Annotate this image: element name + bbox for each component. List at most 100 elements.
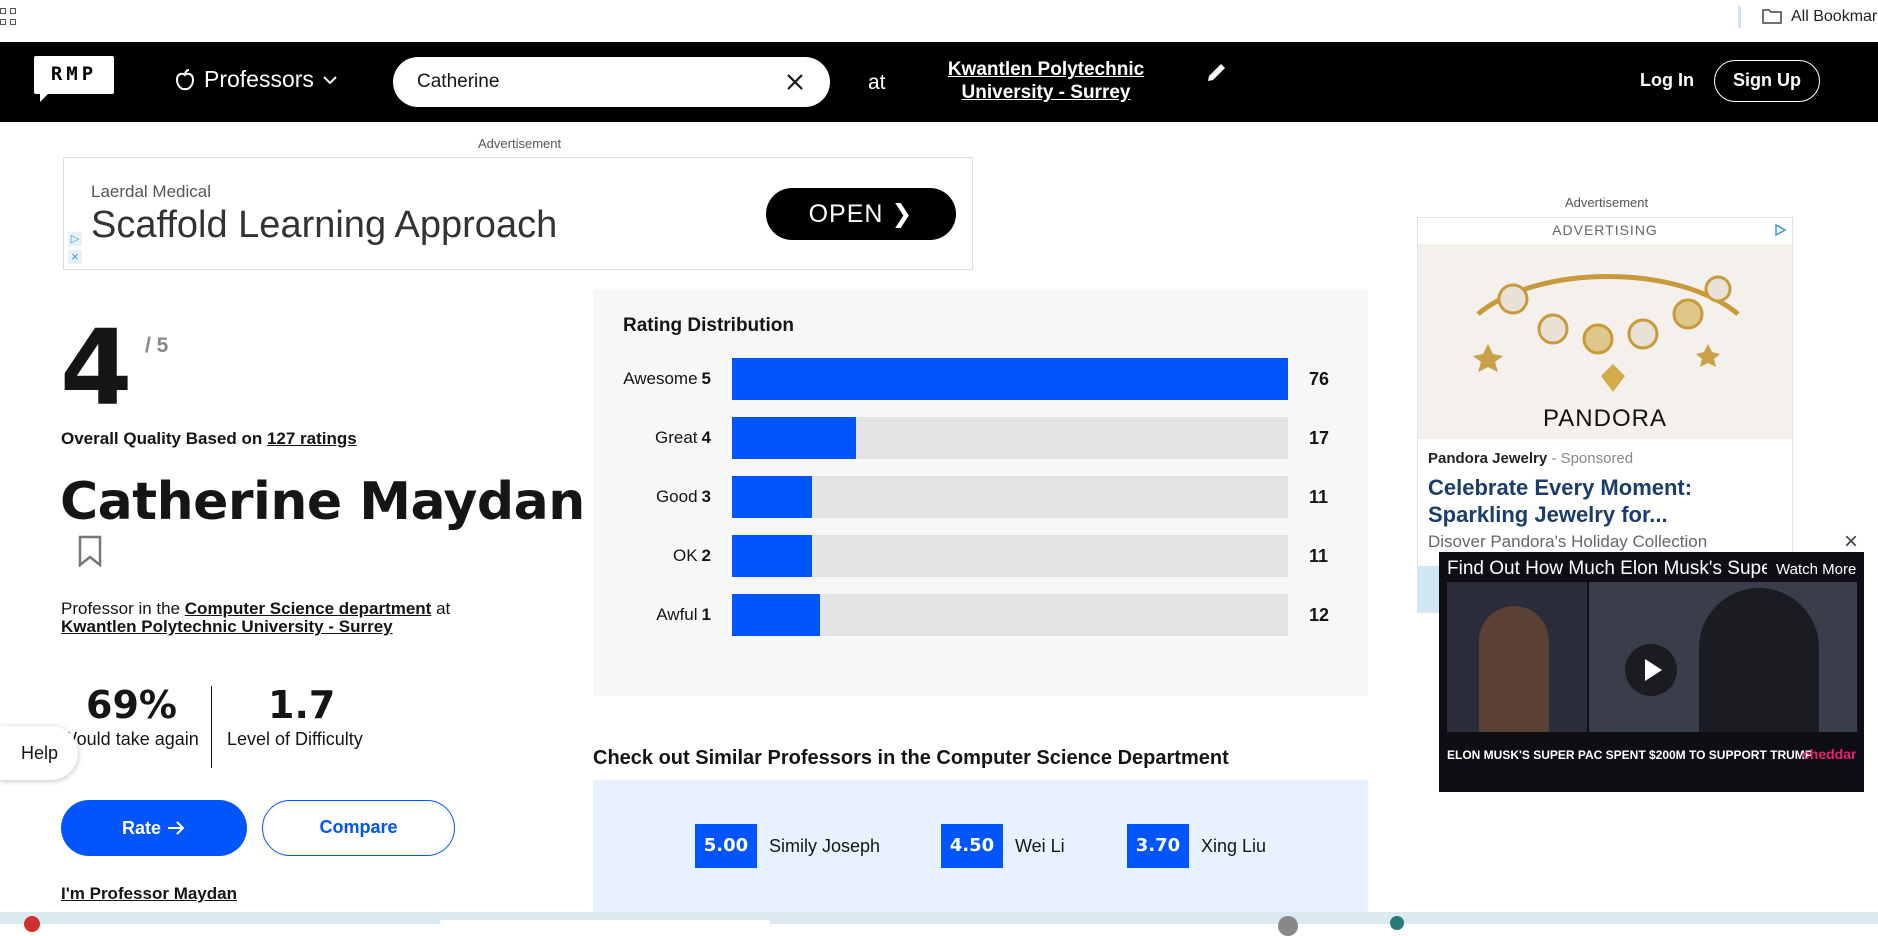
would-take-again-label: Would take again bbox=[60, 729, 200, 750]
distribution-label-text: Awful bbox=[656, 605, 698, 624]
clear-search-icon[interactable] bbox=[785, 72, 805, 92]
adchoices-icon[interactable]: ▷ bbox=[68, 232, 82, 246]
distribution-row: OK 2 11 bbox=[593, 535, 1368, 579]
login-button[interactable]: Log In bbox=[1640, 70, 1694, 91]
distribution-label: Great 4 bbox=[655, 428, 711, 448]
bookmarks-bar: All Bookmarks bbox=[0, 0, 1878, 42]
sponsored-label: - Sponsored bbox=[1547, 450, 1634, 467]
distribution-level: 1 bbox=[701, 605, 711, 624]
play-icon[interactable] bbox=[1625, 644, 1677, 696]
similar-name: Xing Liu bbox=[1201, 835, 1267, 856]
distribution-bar bbox=[732, 594, 820, 636]
advertising-label: ADVERTISING bbox=[1552, 222, 1658, 238]
logo-text: RMP bbox=[50, 63, 98, 85]
difficulty-label: Level of Difficulty bbox=[227, 729, 363, 749]
pandora-logo: PANDORA bbox=[1543, 405, 1667, 432]
taskbar-app-icon[interactable] bbox=[24, 916, 40, 932]
rmp-logo[interactable]: RMP bbox=[34, 56, 114, 102]
folder-icon[interactable] bbox=[1762, 8, 1782, 24]
overall-rating: 4 bbox=[60, 307, 133, 429]
dept-mid: at bbox=[431, 599, 451, 618]
ratings-count-link[interactable]: 127 ratings bbox=[267, 429, 357, 448]
distribution-bar-track bbox=[732, 476, 1288, 518]
distribution-label-text: Great bbox=[655, 428, 698, 447]
distribution-row: Awful 1 12 bbox=[593, 594, 1368, 638]
rate-button[interactable]: Rate bbox=[61, 800, 247, 856]
would-take-again-value: 69% bbox=[86, 683, 177, 727]
ad-open-label: OPEN bbox=[808, 200, 884, 228]
video-player[interactable]: Find Out How Much Elon Musk's Super PAC … bbox=[1439, 552, 1864, 792]
distribution-count: 11 bbox=[1309, 546, 1329, 566]
department-link[interactable]: Computer Science department bbox=[185, 599, 432, 618]
distribution-bar bbox=[732, 417, 857, 459]
similar-professors-list: 5.00 Simily Joseph 4.50 Wei Li 3.70 Xing… bbox=[593, 780, 1368, 924]
compare-button[interactable]: Compare bbox=[262, 800, 455, 856]
similar-score: 3.70 bbox=[1127, 824, 1189, 868]
pencil-icon[interactable] bbox=[1205, 60, 1229, 84]
dept-prefix: Professor in the bbox=[61, 599, 185, 618]
professors-label: Professors bbox=[204, 66, 314, 92]
would-take-again-text: Would take again bbox=[60, 729, 199, 749]
distribution-level: 2 bbox=[701, 546, 711, 565]
taskbar bbox=[0, 912, 1878, 924]
similar-name: Simily Joseph bbox=[769, 835, 881, 856]
distribution-bar bbox=[732, 535, 813, 577]
apple-icon bbox=[175, 68, 195, 90]
distribution-level: 3 bbox=[701, 487, 711, 506]
logo-speech-tail bbox=[40, 92, 50, 102]
search-box bbox=[393, 57, 830, 107]
banner-ad[interactable]: Laerdal Medical Scaffold Learning Approa… bbox=[63, 157, 973, 270]
distribution-label: Awful 1 bbox=[656, 605, 711, 625]
similar-professors-title: Check out Similar Professors in the Comp… bbox=[593, 747, 1229, 769]
distribution-count: 11 bbox=[1309, 487, 1329, 507]
distribution-label: Awesome 5 bbox=[623, 369, 711, 389]
ad-label: Advertisement bbox=[478, 136, 562, 151]
distribution-bar-track bbox=[732, 535, 1288, 577]
watch-more-link[interactable]: Watch More bbox=[1776, 561, 1856, 578]
help-button[interactable]: Help bbox=[0, 726, 78, 780]
distribution-level: 5 bbox=[701, 369, 711, 388]
bookmark-icon[interactable] bbox=[77, 535, 103, 567]
distribution-bar-track bbox=[732, 594, 1288, 636]
all-bookmarks-link[interactable]: All Bookmarks bbox=[1791, 8, 1878, 26]
similar-professor-item[interactable]: 4.50 Wei Li bbox=[941, 824, 1065, 868]
ad-open-button[interactable]: OPEN ❯ bbox=[766, 188, 956, 240]
signup-button[interactable]: Sign Up bbox=[1714, 60, 1820, 102]
distribution-level: 4 bbox=[701, 428, 711, 447]
professor-name: Catherine Maydan bbox=[60, 472, 585, 532]
search-input[interactable] bbox=[417, 57, 757, 107]
bookmarks-separator bbox=[1738, 6, 1741, 28]
taskbar-app-icon[interactable] bbox=[1278, 916, 1298, 936]
school-line-1: Kwantlen Polytechnic bbox=[947, 59, 1145, 80]
ad-headline: Scaffold Learning Approach bbox=[91, 204, 558, 246]
distribution-row: Good 3 11 bbox=[593, 476, 1368, 520]
video-title: Find Out How Much Elon Musk's Super PAC … bbox=[1447, 558, 1767, 579]
distribution-label-text: Awesome bbox=[623, 369, 698, 388]
rating-distribution: Rating Distribution Awesome 5 76 Great 4 17 Go… bbox=[593, 290, 1368, 696]
similar-score: 4.50 bbox=[941, 824, 1003, 868]
claim-profile-link[interactable]: I'm Professor Maydan bbox=[61, 884, 237, 904]
ad-headline[interactable]: Celebrate Every Moment: Sparkling Jewelr… bbox=[1428, 474, 1768, 528]
taskbar-search[interactable] bbox=[440, 920, 770, 924]
adchoices-icon[interactable] bbox=[1773, 223, 1787, 237]
school-profile-link[interactable]: Kwantlen Polytechnic University - Surrey bbox=[61, 617, 393, 636]
video-presenter bbox=[1479, 606, 1549, 732]
ad-advertiser: Pandora Jewelry - Sponsored bbox=[1428, 450, 1633, 467]
distribution-title: Rating Distribution bbox=[623, 315, 794, 336]
similar-professor-item[interactable]: 5.00 Simily Joseph bbox=[695, 824, 880, 868]
distribution-label: OK 2 bbox=[673, 546, 711, 566]
similar-professor-item[interactable]: 3.70 Xing Liu bbox=[1127, 824, 1266, 868]
video-subject bbox=[1699, 588, 1819, 732]
video-brand-logo: cheddar bbox=[1802, 746, 1857, 762]
distribution-row: Great 4 17 bbox=[593, 417, 1368, 461]
school-link[interactable]: Kwantlen Polytechnic University - Surrey bbox=[930, 58, 1162, 104]
distribution-count: 12 bbox=[1309, 605, 1330, 625]
ad-label: Advertisement bbox=[1565, 195, 1649, 210]
chevron-down-icon bbox=[323, 75, 337, 84]
professors-dropdown[interactable]: Professors bbox=[174, 66, 338, 93]
play-triangle bbox=[1645, 659, 1662, 681]
apps-grid-icon[interactable] bbox=[0, 8, 18, 26]
taskbar-app-icon[interactable] bbox=[1390, 916, 1404, 930]
rating-max: / 5 bbox=[145, 334, 169, 357]
ad-close-icon[interactable]: × bbox=[68, 250, 82, 264]
